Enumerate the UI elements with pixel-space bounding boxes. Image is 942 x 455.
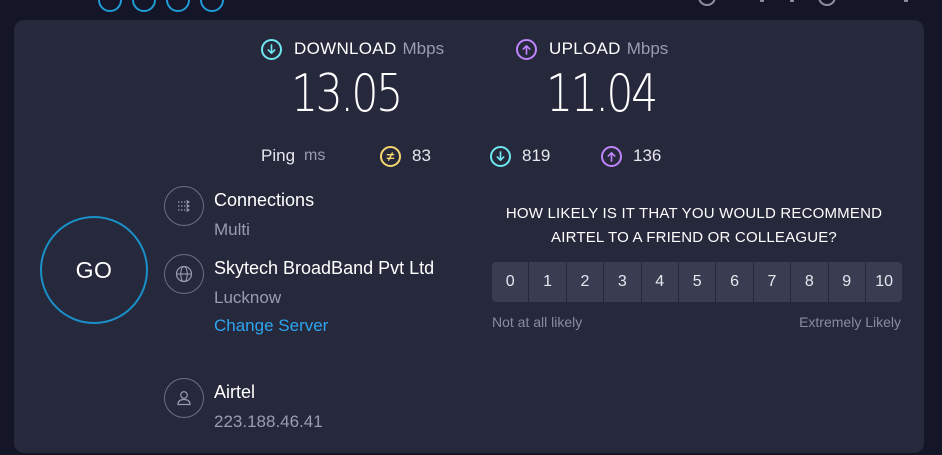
speedtest-result-panel: DOWNLOAD Mbps 13.05 UPLOAD Mbps 11.04 Pi…	[14, 20, 924, 453]
rating-4-button[interactable]: 4	[641, 262, 678, 302]
ping-label: Ping	[261, 146, 296, 165]
share-icon[interactable]	[166, 0, 190, 12]
upload-latency-value: 136	[633, 146, 662, 165]
rating-7-button[interactable]: 7	[753, 262, 791, 302]
share-icon[interactable]	[200, 0, 224, 12]
upload-speed-value: 11.04	[546, 64, 658, 124]
menu-icon	[904, 0, 908, 2]
upload-arrow-icon	[516, 38, 537, 60]
recommend-question: HOW LIKELY IS IT THAT YOU WOULD RECOMMEN…	[505, 205, 883, 246]
rating-high-label: Extremely Likely	[799, 314, 901, 330]
menu-icon	[790, 0, 794, 2]
ping-idle-value: 83	[412, 146, 431, 165]
top-header-strip	[0, 0, 942, 20]
user-icon	[164, 378, 204, 418]
rating-low-label: Not at all likely	[492, 314, 583, 330]
rating-1-button[interactable]: 1	[529, 262, 566, 302]
rating-8-button[interactable]: 8	[791, 262, 828, 302]
connections-setting[interactable]: Connections Multi	[164, 186, 454, 244]
ping-idle-icon	[380, 145, 401, 167]
gear-icon[interactable]	[818, 0, 836, 6]
upload-label: UPLOAD	[549, 39, 621, 58]
go-button[interactable]: GO	[40, 216, 148, 324]
download-speed-value: 13.05	[291, 64, 403, 124]
rating-scale: 0 1 2 3 4 5 6 7 8 9 10	[492, 262, 903, 302]
provider-name: Airtel	[214, 382, 256, 402]
ping-download-stat[interactable]: 819	[490, 144, 550, 168]
provider-info: Airtel 223.188.46.41	[164, 378, 454, 436]
rating-6-button[interactable]: 6	[716, 262, 753, 302]
connections-title: Connections	[214, 190, 315, 210]
ping-idle-stat[interactable]: 83	[380, 144, 431, 168]
rating-3-button[interactable]: 3	[604, 262, 641, 302]
globe-icon	[164, 254, 204, 294]
rating-5-button[interactable]: 5	[678, 262, 716, 302]
download-arrow-icon	[261, 38, 282, 60]
ip-address: 223.188.46.41	[214, 412, 323, 431]
upload-unit: Mbps	[626, 39, 669, 58]
share-icon[interactable]	[132, 0, 156, 12]
menu-icon	[760, 0, 764, 2]
ping-unit: ms	[304, 147, 326, 164]
connections-icon	[164, 186, 204, 226]
rating-9-button[interactable]: 9	[828, 262, 865, 302]
server-name: Skytech BroadBand Pvt Ltd	[214, 258, 435, 278]
server-info: Skytech BroadBand Pvt Ltd Lucknow Change…	[164, 254, 454, 340]
download-latency-icon	[490, 145, 511, 167]
share-icon[interactable]	[98, 0, 122, 12]
download-latency-value: 819	[522, 146, 551, 165]
ping-row: Ping ms 83 819 136	[261, 144, 661, 168]
connections-value: Multi	[214, 220, 250, 239]
server-location: Lucknow	[214, 288, 282, 307]
download-result: DOWNLOAD Mbps 13.05	[261, 38, 444, 122]
results-icon[interactable]	[698, 0, 716, 6]
rating-0-button[interactable]: 0	[492, 262, 529, 302]
rating-10-button[interactable]: 10	[865, 262, 903, 302]
upload-latency-icon	[601, 145, 622, 167]
upload-result: UPLOAD Mbps 11.04	[516, 38, 680, 122]
download-label: DOWNLOAD	[294, 39, 397, 58]
rating-2-button[interactable]: 2	[566, 262, 604, 302]
download-unit: Mbps	[402, 39, 445, 58]
ping-upload-stat[interactable]: 136	[601, 144, 661, 168]
change-server-link[interactable]: Change Server	[214, 312, 454, 340]
